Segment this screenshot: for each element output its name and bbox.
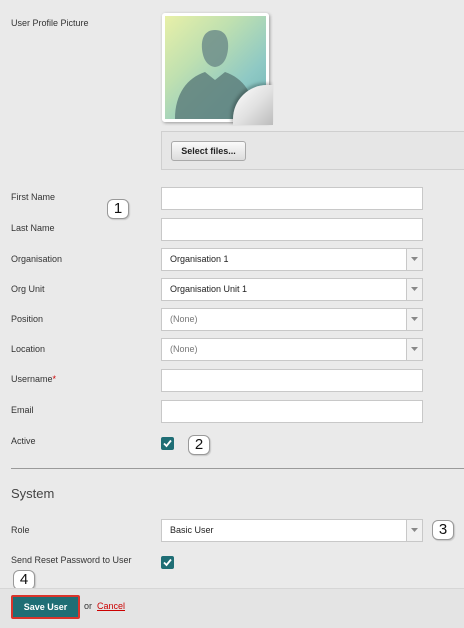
first-name-label: First Name — [11, 192, 56, 202]
reset-password-label: Send Reset Password to User — [11, 555, 132, 565]
email-field[interactable] — [161, 400, 423, 423]
last-name-label: Last Name — [11, 223, 55, 233]
org-unit-label: Org Unit — [11, 284, 45, 294]
section-divider — [11, 468, 464, 469]
system-section-title: System — [11, 486, 55, 501]
first-name-field[interactable] — [161, 187, 423, 210]
caret-down-icon — [411, 347, 418, 351]
location-label: Location — [11, 344, 46, 354]
caret-down-icon — [411, 287, 418, 291]
callout-3: 3 — [432, 520, 454, 540]
username-field[interactable] — [161, 369, 423, 392]
organisation-label: Organisation — [11, 254, 63, 264]
position-label: Position — [11, 314, 44, 324]
callout-2: 2 — [188, 435, 210, 455]
org-unit-select[interactable]: Organisation Unit 1 — [161, 278, 423, 301]
callout-4: 4 — [13, 570, 35, 590]
position-select[interactable]: (None) — [161, 308, 423, 331]
cancel-link[interactable]: Cancel — [97, 601, 125, 611]
location-dropdown-arrow[interactable] — [406, 339, 422, 360]
or-text: or — [84, 601, 93, 611]
organisation-value: Organisation 1 — [170, 254, 229, 264]
role-select[interactable]: Basic User — [161, 519, 423, 542]
position-dropdown-arrow[interactable] — [406, 309, 422, 330]
location-select[interactable]: (None) — [161, 338, 423, 361]
role-label: Role — [11, 525, 30, 535]
checkmark-icon — [163, 439, 172, 448]
location-value: (None) — [170, 344, 198, 354]
email-label: Email — [11, 405, 34, 415]
caret-down-icon — [411, 528, 418, 532]
active-checkbox[interactable] — [161, 437, 174, 450]
profile-picture — [162, 13, 273, 125]
profile-picture-label: User Profile Picture — [11, 18, 89, 28]
position-value: (None) — [170, 314, 198, 324]
active-label: Active — [11, 436, 36, 446]
save-user-button[interactable]: Save User — [11, 595, 80, 619]
org-unit-value: Organisation Unit 1 — [170, 284, 248, 294]
organisation-select[interactable]: Organisation 1 — [161, 248, 423, 271]
caret-down-icon — [411, 317, 418, 321]
role-dropdown-arrow[interactable] — [406, 520, 422, 541]
org-unit-dropdown-arrow[interactable] — [406, 279, 422, 300]
organisation-dropdown-arrow[interactable] — [406, 249, 422, 270]
role-value: Basic User — [170, 525, 214, 535]
caret-down-icon — [411, 257, 418, 261]
last-name-field[interactable] — [161, 218, 423, 241]
username-label-text: Username — [11, 374, 53, 384]
reset-password-checkbox[interactable] — [161, 556, 174, 569]
select-files-button[interactable]: Select files... — [171, 141, 246, 161]
callout-1: 1 — [107, 199, 129, 219]
checkmark-icon — [163, 558, 172, 567]
username-label: Username* — [11, 374, 56, 384]
required-marker: * — [52, 374, 57, 384]
